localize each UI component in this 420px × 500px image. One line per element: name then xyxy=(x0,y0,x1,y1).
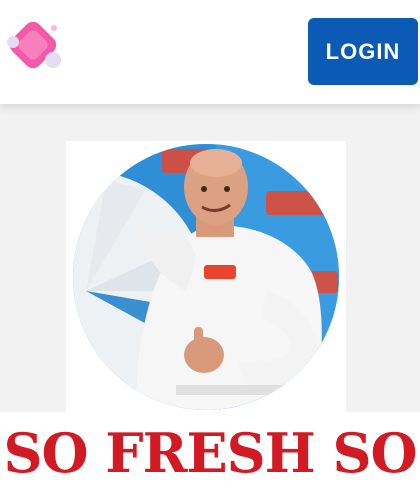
hero-headline: SO FRESH SO xyxy=(3,421,417,485)
brand-logo[interactable] xyxy=(4,16,66,78)
man-in-white-shirt-thumbs-up-photo xyxy=(73,144,339,410)
pink-diamond-logo-icon xyxy=(7,21,61,69)
top-header: LOGIN xyxy=(0,0,420,104)
login-button[interactable]: LOGIN xyxy=(308,18,418,85)
page: LOGIN SO FRESH SO xyxy=(0,0,420,500)
hero-photo xyxy=(66,141,346,413)
